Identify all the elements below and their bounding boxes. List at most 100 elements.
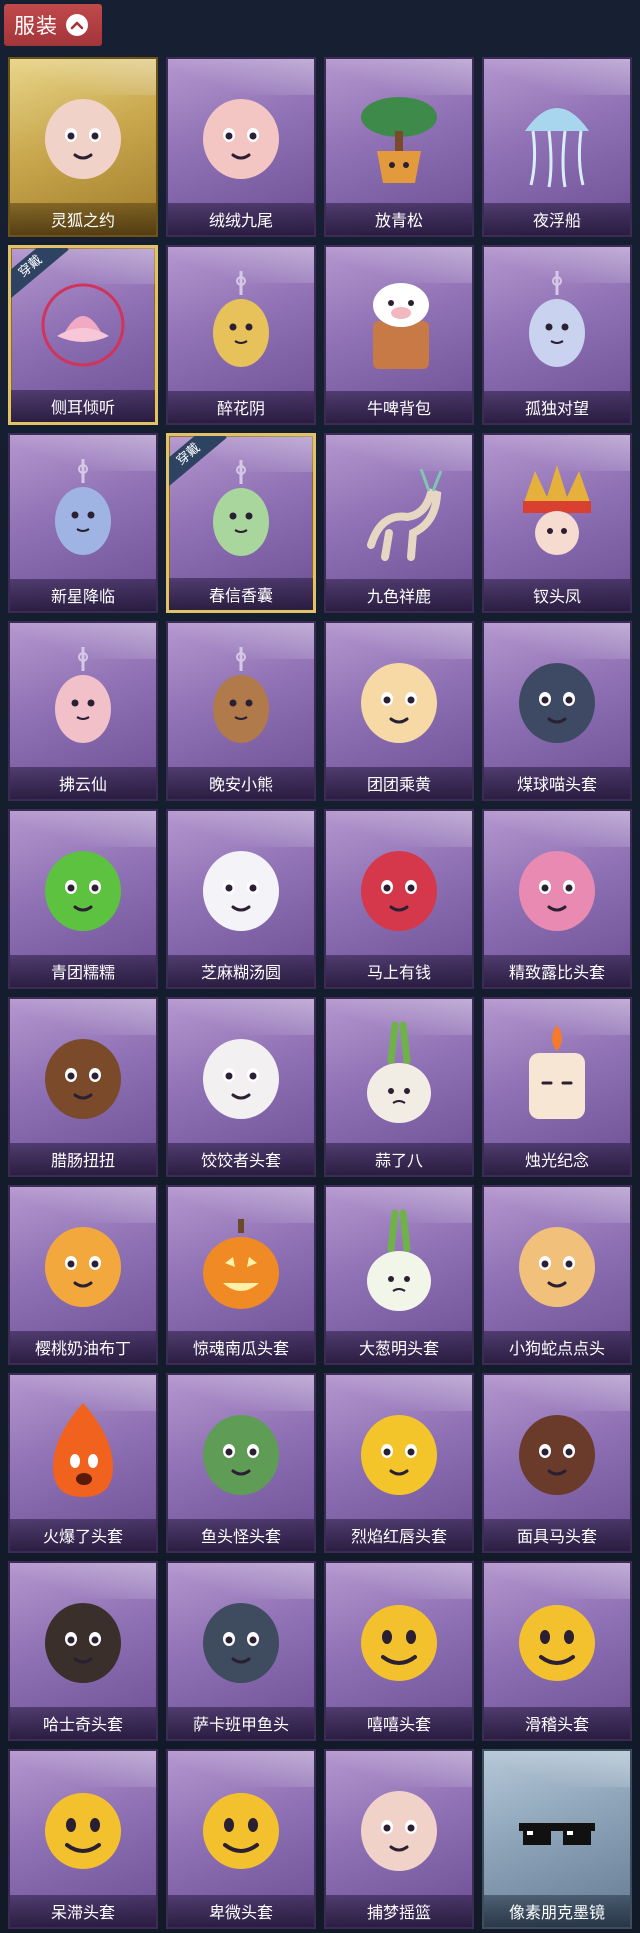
costume-item-card[interactable]: 穿戴 春信香囊 bbox=[166, 433, 316, 613]
scallion-head-icon bbox=[326, 1195, 472, 1333]
chevron-up-icon[interactable] bbox=[66, 14, 88, 36]
item-label: 萨卡班甲鱼头 bbox=[192, 1715, 289, 1734]
item-label-bar: 灵狐之约 bbox=[10, 203, 156, 235]
red-horse-head-icon bbox=[326, 819, 472, 957]
costume-item-card[interactable]: 捕梦摇篮 bbox=[324, 1749, 474, 1929]
item-label: 惊魂南瓜头套 bbox=[192, 1339, 289, 1358]
item-label: 樱桃奶油布丁 bbox=[34, 1339, 131, 1358]
green-dumpling-icon bbox=[10, 819, 156, 957]
item-label-bar: 蒜了八 bbox=[326, 1143, 472, 1175]
costume-item-card[interactable]: 马上有钱 bbox=[324, 809, 474, 989]
item-label: 夜浮船 bbox=[532, 211, 581, 230]
costume-item-card[interactable]: 芝麻糊汤圆 bbox=[166, 809, 316, 989]
costume-item-card[interactable]: 呆滞头套 bbox=[8, 1749, 158, 1929]
item-label-bar: 侧耳倾听 bbox=[11, 390, 155, 422]
costume-item-card[interactable]: 鱼头怪头套 bbox=[166, 1373, 316, 1553]
costume-item-card[interactable]: 腊肠扭扭 bbox=[8, 997, 158, 1177]
item-label: 钗头凤 bbox=[532, 587, 581, 606]
costume-item-card[interactable]: 九色祥鹿 bbox=[324, 433, 474, 613]
item-label-bar: 马上有钱 bbox=[326, 955, 472, 987]
item-label-bar: 放青松 bbox=[326, 203, 472, 235]
item-label-bar: 鱼头怪头套 bbox=[168, 1519, 314, 1551]
costume-item-card[interactable]: 新星降临 bbox=[8, 433, 158, 613]
maiden-charm-icon bbox=[484, 255, 630, 393]
item-label: 精致露比头套 bbox=[508, 963, 605, 982]
pudding-head-icon bbox=[10, 1195, 156, 1333]
costume-item-card[interactable]: 醉花阴 bbox=[166, 245, 316, 425]
costume-item-card[interactable]: 钗头凤 bbox=[482, 433, 632, 613]
costume-item-card[interactable]: 煤球喵头套 bbox=[482, 621, 632, 801]
item-label: 青团糯糯 bbox=[50, 963, 115, 982]
fire-head-icon bbox=[10, 1383, 156, 1521]
item-label: 嘻嘻头套 bbox=[366, 1715, 431, 1734]
costume-item-card[interactable]: 晚安小熊 bbox=[166, 621, 316, 801]
fox-doll-icon bbox=[10, 67, 156, 205]
item-label-bar: 青团糯糯 bbox=[10, 955, 156, 987]
item-label: 晚安小熊 bbox=[208, 775, 273, 794]
black-cat-head-icon bbox=[484, 631, 630, 769]
costume-item-card[interactable]: 卑微头套 bbox=[166, 1749, 316, 1929]
item-label: 小狗蛇点点头 bbox=[508, 1339, 605, 1358]
garlic-icon bbox=[326, 1007, 472, 1145]
costume-item-card[interactable]: 绒绒九尾 bbox=[166, 57, 316, 237]
costume-item-card[interactable]: 火爆了头套 bbox=[8, 1373, 158, 1553]
item-label: 孤独对望 bbox=[524, 399, 589, 418]
item-label-bar: 小狗蛇点点头 bbox=[484, 1331, 630, 1363]
item-label: 侧耳倾听 bbox=[50, 398, 115, 417]
costume-item-card[interactable]: 孤独对望 bbox=[482, 245, 632, 425]
costume-item-card[interactable]: 灵狐之约 bbox=[8, 57, 158, 237]
costume-page: 服装 灵狐之约 绒绒九尾 放青松 夜浮船 穿戴 侧耳倾听 醉花阴 牛啤背包 孤独… bbox=[0, 0, 640, 1933]
item-label: 烈焰红唇头套 bbox=[350, 1527, 447, 1546]
costume-item-card[interactable]: 牛啤背包 bbox=[324, 245, 474, 425]
costume-item-card[interactable]: 团团乘黄 bbox=[324, 621, 474, 801]
jellyfish-icon bbox=[484, 67, 630, 205]
pixel-sunglasses-icon bbox=[484, 1759, 630, 1897]
item-label-bar: 钗头凤 bbox=[484, 579, 630, 611]
costume-item-card[interactable]: 滑稽头套 bbox=[482, 1561, 632, 1741]
bonsai-pine-icon bbox=[326, 67, 472, 205]
item-label-bar: 牛啤背包 bbox=[326, 391, 472, 423]
dreamcatcher-icon bbox=[168, 255, 314, 393]
costume-item-card[interactable]: 饺饺者头套 bbox=[166, 997, 316, 1177]
costume-item-card[interactable]: 蒜了八 bbox=[324, 997, 474, 1177]
costume-item-card[interactable]: 樱桃奶油布丁 bbox=[8, 1185, 158, 1365]
costume-grid: 灵狐之约 绒绒九尾 放青松 夜浮船穿戴 侧耳倾听 醉花阴 牛啤背包 孤独对望 bbox=[8, 57, 632, 1929]
nine-tail-fox-icon bbox=[168, 67, 314, 205]
costume-item-card[interactable]: 穿戴 侧耳倾听 bbox=[8, 245, 158, 425]
item-label-bar: 嘻嘻头套 bbox=[326, 1707, 472, 1739]
costume-item-card[interactable]: 放青松 bbox=[324, 57, 474, 237]
round-beast-icon bbox=[326, 631, 472, 769]
item-label-bar: 呆滞头套 bbox=[10, 1895, 156, 1927]
costume-item-card[interactable]: 拂云仙 bbox=[8, 621, 158, 801]
costume-item-card[interactable]: 惊魂南瓜头套 bbox=[166, 1185, 316, 1365]
costume-item-card[interactable]: 夜浮船 bbox=[482, 57, 632, 237]
costume-item-card[interactable]: 青团糯糯 bbox=[8, 809, 158, 989]
section-title: 服装 bbox=[14, 14, 58, 38]
item-label: 腊肠扭扭 bbox=[50, 1151, 115, 1170]
item-label-bar: 夜浮船 bbox=[484, 203, 630, 235]
item-label-bar: 哈士奇头套 bbox=[10, 1707, 156, 1739]
item-label-bar: 捕梦摇篮 bbox=[326, 1895, 472, 1927]
item-label-bar: 滑稽头套 bbox=[484, 1707, 630, 1739]
costume-item-card[interactable]: 嘻嘻头套 bbox=[324, 1561, 474, 1741]
costume-item-card[interactable]: 像素朋克墨镜 bbox=[482, 1749, 632, 1929]
costume-item-card[interactable]: 精致露比头套 bbox=[482, 809, 632, 989]
item-label: 大葱明头套 bbox=[358, 1339, 439, 1358]
costume-item-card[interactable]: 烈焰红唇头套 bbox=[324, 1373, 474, 1553]
item-label-bar: 新星降临 bbox=[10, 579, 156, 611]
costume-item-card[interactable]: 萨卡班甲鱼头 bbox=[166, 1561, 316, 1741]
item-label-bar: 火爆了头套 bbox=[10, 1519, 156, 1551]
item-label-bar: 晚安小熊 bbox=[168, 767, 314, 799]
section-header-costume[interactable]: 服装 bbox=[4, 4, 102, 46]
item-label: 呆滞头套 bbox=[50, 1903, 115, 1922]
costume-item-card[interactable]: 小狗蛇点点头 bbox=[482, 1185, 632, 1365]
costume-item-card[interactable]: 面具马头套 bbox=[482, 1373, 632, 1553]
phoenix-crown-icon bbox=[484, 443, 630, 581]
fairy-charm-icon bbox=[10, 631, 156, 769]
costume-item-card[interactable]: 大葱明头套 bbox=[324, 1185, 474, 1365]
costume-item-card[interactable]: 哈士奇头套 bbox=[8, 1561, 158, 1741]
item-label-bar: 饺饺者头套 bbox=[168, 1143, 314, 1175]
costume-item-card[interactable]: 烛光纪念 bbox=[482, 997, 632, 1177]
item-label: 春信香囊 bbox=[208, 586, 273, 605]
item-label-bar: 大葱明头套 bbox=[326, 1331, 472, 1363]
